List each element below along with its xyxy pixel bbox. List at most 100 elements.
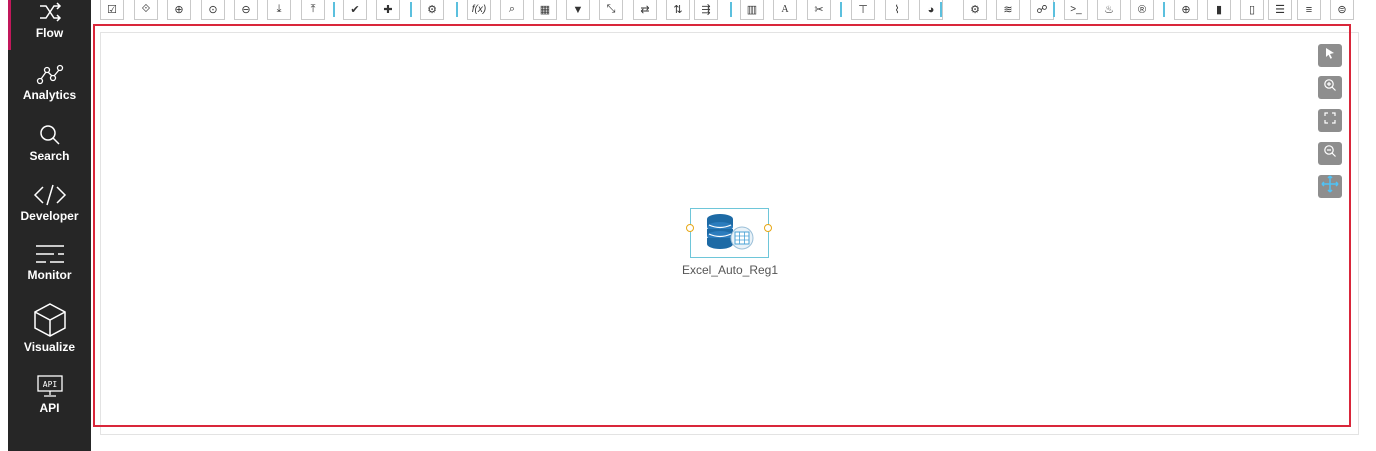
toolbar-separator	[840, 2, 842, 17]
route-icon: ⇶	[701, 4, 711, 16]
excel-icon: ▦	[539, 4, 551, 16]
route-button[interactable]: ⇶	[694, 0, 718, 20]
database-button[interactable]: ≋	[996, 0, 1020, 20]
excel-button[interactable]: ▦	[533, 0, 557, 20]
indent-icon: ☰	[1275, 4, 1285, 16]
window-edge	[0, 0, 8, 451]
indent-button[interactable]: ☰	[1268, 0, 1292, 20]
font-button[interactable]: A	[773, 0, 797, 20]
pan-tool-button[interactable]	[1318, 175, 1342, 198]
output-port[interactable]	[764, 224, 772, 232]
terminal-button[interactable]: >_	[1064, 0, 1088, 20]
gears-button[interactable]: ⚙	[420, 0, 444, 20]
search-icon	[38, 123, 62, 147]
zoom-in-button[interactable]	[1318, 76, 1342, 99]
pie-chart-icon: ◕	[927, 3, 935, 16]
sort-az-icon: ⇅	[673, 4, 683, 16]
add-circle-icon: ⊕	[174, 4, 184, 16]
zoom-out-button[interactable]	[1318, 142, 1342, 165]
code-icon	[33, 183, 67, 207]
sidebar-item-label: API	[39, 401, 60, 415]
db-stack-button[interactable]: ⊜	[1330, 0, 1354, 20]
bar-chart-button[interactable]: ▥	[740, 0, 764, 20]
cylinder-icon: ▯	[1248, 4, 1256, 16]
swap-arrows-button[interactable]: ⇄	[633, 0, 657, 20]
check-list-button[interactable]: ☑	[100, 0, 124, 20]
function-icon: f(x)	[471, 4, 487, 15]
api-icon-text: API	[42, 380, 57, 389]
gear-icon: ⚙	[970, 4, 980, 16]
fit-screen-icon	[1323, 111, 1337, 130]
upload-button[interactable]: ⤒	[301, 0, 325, 20]
filter-button[interactable]: ▼	[566, 0, 590, 20]
function-button[interactable]: f(x)	[467, 0, 491, 20]
handshake-button[interactable]: ☍	[1030, 0, 1054, 20]
bar-chart-icon: ▥	[746, 4, 758, 16]
flow-node-excel-auto-reg1[interactable]	[686, 208, 772, 258]
sort-az-button[interactable]: ⇅	[666, 0, 690, 20]
plus-button[interactable]: ✚	[376, 0, 400, 20]
eye-code-button[interactable]: ⟐	[134, 0, 158, 20]
sidebar-item-label: Analytics	[22, 88, 77, 102]
remove-circle-button[interactable]: ⊖	[234, 0, 258, 20]
toolbar-separator	[940, 2, 942, 17]
api-icon: API	[36, 375, 64, 399]
sidebar-item-api[interactable]: API API	[8, 375, 91, 415]
gear-button[interactable]: ⚙	[963, 0, 987, 20]
globe-button[interactable]: ⊕	[1174, 0, 1198, 20]
sidebar-item-developer[interactable]: Developer	[8, 183, 91, 223]
flow-icon	[37, 0, 63, 24]
eye-code-icon: ⟐	[141, 3, 151, 15]
excel-database-icon	[704, 212, 756, 257]
scissors-button[interactable]: ✂	[807, 0, 831, 20]
sidebar-nav: Flow Analytics Search Developer Monitor …	[8, 0, 91, 451]
handshake-icon: ☍	[1036, 4, 1048, 16]
sidebar-item-label: Developer	[20, 209, 79, 223]
radio-circle-button[interactable]: ⊙	[201, 0, 225, 20]
file-icon: ▮	[1215, 4, 1223, 16]
monitor-icon	[34, 242, 66, 266]
pointer-tool-button[interactable]	[1318, 44, 1342, 67]
fit-screen-button[interactable]	[1318, 109, 1342, 132]
download-button[interactable]: ⤓	[267, 0, 291, 20]
cube-icon	[33, 302, 67, 338]
toolbar-separator	[730, 2, 732, 17]
terminal-icon: >_	[1070, 4, 1082, 15]
remove-circle-icon: ⊖	[241, 4, 251, 16]
input-port[interactable]	[686, 224, 694, 232]
swap-arrows-icon: ⇄	[640, 4, 650, 16]
r-language-button[interactable]: ®	[1130, 0, 1154, 20]
node-label: Excel_Auto_Reg1	[681, 263, 779, 277]
gears-icon: ⚙	[427, 4, 437, 16]
sidebar-item-label: Search	[29, 149, 70, 163]
file-button[interactable]: ▮	[1207, 0, 1231, 20]
search-icon: ⌕	[508, 3, 516, 15]
sidebar-item-analytics[interactable]: Analytics	[8, 64, 91, 102]
hierarchy-button[interactable]: ⊤	[851, 0, 875, 20]
cylinder-button[interactable]: ▯	[1240, 0, 1264, 20]
sidebar-item-visualize[interactable]: Visualize	[8, 302, 91, 354]
toolbar-separator	[456, 2, 458, 17]
analytics-icon	[35, 64, 65, 86]
toolbar-separator	[333, 2, 335, 17]
sidebar-item-monitor[interactable]: Monitor	[8, 242, 91, 282]
db-stack-icon: ⊜	[1337, 4, 1347, 16]
sidebar-item-flow[interactable]: Flow	[8, 0, 91, 48]
scissors-icon: ✂	[814, 4, 824, 16]
sidebar-item-search[interactable]: Search	[8, 123, 91, 163]
line-chart-icon: ⌇	[894, 4, 900, 16]
collapse-arrows-button[interactable]: ⤡	[599, 0, 623, 20]
zoom-in-icon	[1323, 78, 1337, 97]
toolbar-separator	[1053, 2, 1055, 17]
layers-button[interactable]: ≡	[1297, 0, 1321, 20]
toolbar-separator	[1163, 2, 1165, 17]
java-button[interactable]: ♨	[1097, 0, 1121, 20]
java-icon: ♨	[1104, 4, 1114, 16]
font-icon: A	[781, 4, 789, 15]
add-circle-button[interactable]: ⊕	[167, 0, 191, 20]
toolbar-separator	[410, 2, 412, 17]
layers-icon: ≡	[1305, 3, 1313, 16]
line-chart-button[interactable]: ⌇	[885, 0, 909, 20]
checkmark-button[interactable]: ✔	[343, 0, 367, 20]
search-button[interactable]: ⌕	[500, 0, 524, 20]
